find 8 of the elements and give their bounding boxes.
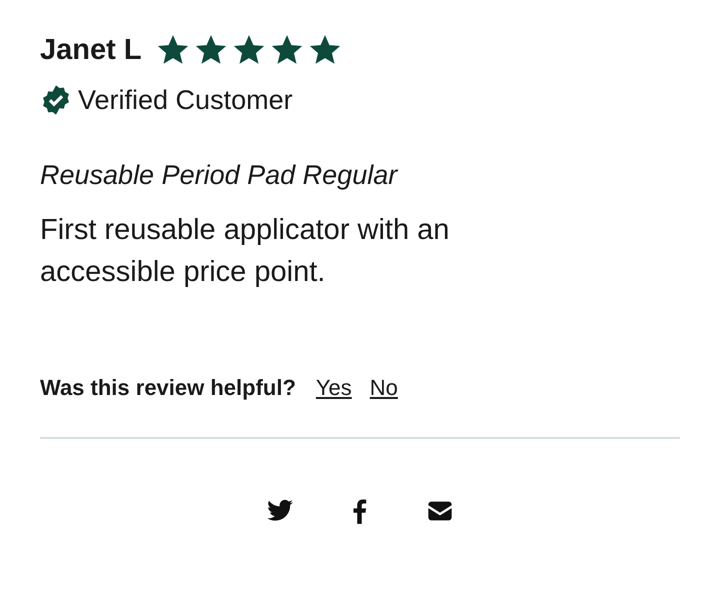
product-name: Reusable Period Pad Regular — [40, 160, 400, 191]
verified-label: Verified Customer — [78, 84, 293, 116]
yes-link[interactable]: Yes — [316, 375, 352, 401]
helpful-question: Was this review helpful? — [40, 375, 296, 401]
no-link[interactable]: No — [370, 375, 398, 401]
verified-badge-icon — [40, 84, 72, 116]
review-text: First reusable applicator with an accessible price point. — [40, 213, 450, 290]
reviewer-name: Janet L — [40, 34, 142, 66]
